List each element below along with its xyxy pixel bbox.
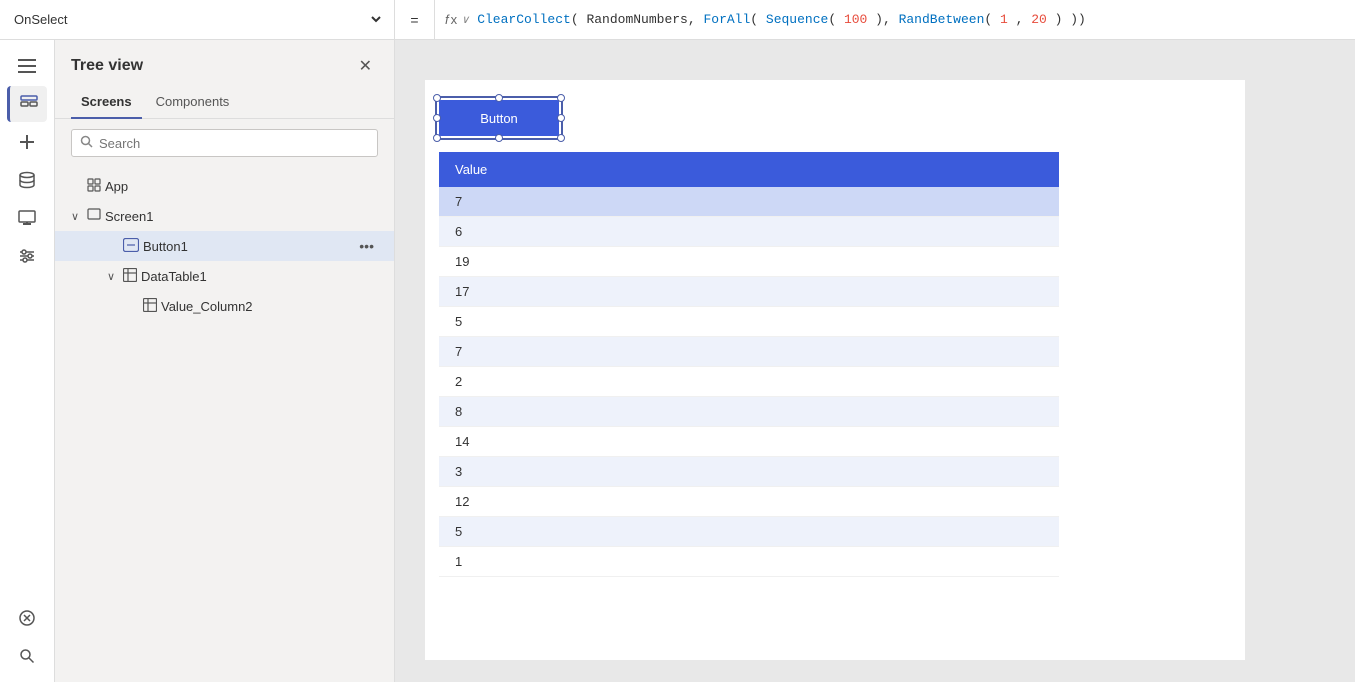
handle-mr[interactable] — [557, 114, 565, 122]
media-icon[interactable] — [7, 200, 47, 236]
tree-item-button1[interactable]: Button1 ••• — [55, 231, 394, 261]
tree-item-app-label: App — [105, 179, 378, 194]
equals-sign: = — [395, 0, 435, 39]
canvas-area: Button Value 7 6 19 17 5 7 2 8 14 3 12 5… — [395, 40, 1355, 682]
table-row[interactable]: 14 — [439, 427, 1059, 457]
button-node-icon — [123, 238, 139, 255]
variables-icon[interactable] — [7, 600, 47, 636]
tree-title: Tree view — [71, 57, 143, 75]
tree-item-datatable1[interactable]: ∨ DataTable1 — [55, 261, 394, 291]
expand-icon-screen1: ∨ — [71, 210, 83, 223]
controls-icon[interactable] — [7, 238, 47, 274]
property-selector: OnSelect — [0, 0, 395, 39]
selection-border — [435, 96, 563, 140]
formula-bar: fx ∨ ClearCollect( RandomNumbers, ForAll… — [435, 12, 1355, 27]
handle-tm[interactable] — [495, 94, 503, 102]
tree-item-screen1[interactable]: ∨ Screen1 — [55, 201, 394, 231]
handle-bm[interactable] — [495, 134, 503, 142]
tree-item-valuecolumn2-label: Value_Column2 — [161, 299, 378, 314]
tab-components[interactable]: Components — [146, 88, 240, 119]
table-row[interactable]: 7 — [439, 187, 1059, 217]
data-icon[interactable] — [7, 162, 47, 198]
formula-text[interactable]: ClearCollect( RandomNumbers, ForAll( Seq… — [477, 12, 1086, 27]
tree-header: Tree view ✕ — [55, 40, 394, 88]
close-button[interactable]: ✕ — [353, 54, 378, 78]
handle-tl[interactable] — [433, 94, 441, 102]
handle-tr[interactable] — [557, 94, 565, 102]
datatable-node-icon — [123, 268, 137, 285]
add-icon[interactable] — [7, 124, 47, 160]
datatable-header: Value — [439, 152, 1059, 187]
fx-label: fx ∨ — [445, 12, 469, 27]
screen-node-icon — [87, 208, 101, 225]
hamburger-menu-icon[interactable] — [7, 48, 47, 84]
tree-item-screen1-label: Screen1 — [105, 209, 378, 224]
handle-bl[interactable] — [433, 134, 441, 142]
datatable-widget: Value 7 6 19 17 5 7 2 8 14 3 12 5 1 — [439, 152, 1059, 577]
handle-br[interactable] — [557, 134, 565, 142]
expand-icon-datatable1: ∨ — [107, 270, 119, 283]
app-node-icon — [87, 178, 101, 195]
table-row[interactable]: 2 — [439, 367, 1059, 397]
table-row[interactable]: 12 — [439, 487, 1059, 517]
search-icon[interactable] — [7, 638, 47, 674]
tree-item-button1-label: Button1 — [143, 239, 351, 254]
tree-search-box — [71, 129, 378, 157]
table-row[interactable]: 3 — [439, 457, 1059, 487]
search-small-icon — [80, 135, 93, 151]
table-row[interactable]: 5 — [439, 517, 1059, 547]
button-widget[interactable]: Button — [439, 100, 559, 136]
table-row[interactable]: 6 — [439, 217, 1059, 247]
search-input[interactable] — [99, 136, 369, 151]
table-row[interactable]: 17 — [439, 277, 1059, 307]
tree-tabs: Screens Components — [55, 88, 394, 119]
handle-ml[interactable] — [433, 114, 441, 122]
app-canvas: Button Value 7 6 19 17 5 7 2 8 14 3 12 5… — [425, 80, 1245, 660]
main-content: Tree view ✕ Screens Components App — [0, 40, 1355, 682]
table-row[interactable]: 8 — [439, 397, 1059, 427]
tree-view-icon[interactable] — [7, 86, 47, 122]
tree-body: App ∨ Screen1 Button1 ••• ∨ — [55, 167, 394, 682]
button1-more-button[interactable]: ••• — [355, 238, 378, 254]
table-row[interactable]: 1 — [439, 547, 1059, 577]
tree-item-valuecolumn2[interactable]: Value_Column2 — [55, 291, 394, 321]
column-node-icon — [143, 298, 157, 315]
table-row[interactable]: 19 — [439, 247, 1059, 277]
table-row[interactable]: 5 — [439, 307, 1059, 337]
top-bar: OnSelect = fx ∨ ClearCollect( RandomNumb… — [0, 0, 1355, 40]
tab-screens[interactable]: Screens — [71, 88, 142, 119]
tree-item-datatable1-label: DataTable1 — [141, 269, 378, 284]
tree-item-app[interactable]: App — [55, 171, 394, 201]
table-row[interactable]: 7 — [439, 337, 1059, 367]
tree-panel: Tree view ✕ Screens Components App — [55, 40, 395, 682]
icon-rail — [0, 40, 55, 682]
property-dropdown[interactable]: OnSelect — [10, 11, 384, 28]
